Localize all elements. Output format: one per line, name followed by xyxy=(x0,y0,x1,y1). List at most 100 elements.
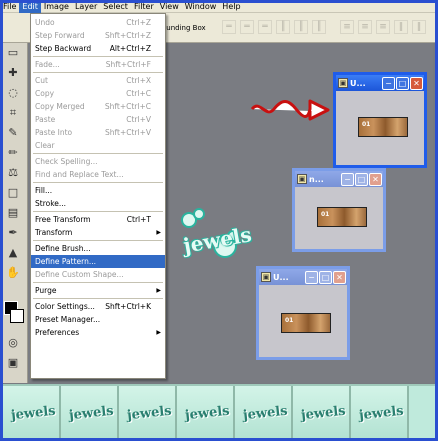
distribute-top-icon[interactable]: ≡ xyxy=(340,20,354,34)
minimize-icon[interactable]: − xyxy=(305,270,318,284)
menu-item-color-settings[interactable]: Color Settings... Shft+Ctrl+K xyxy=(31,300,165,313)
menu-item-transform[interactable]: Transform ▶ xyxy=(31,226,165,239)
edit-menu-dropdown: Undo Ctrl+Z Step Forward Shft+Ctrl+Z Step Ba… xyxy=(30,13,166,379)
image-window-1[interactable]: ▣ U... − □ ✕ 01 xyxy=(333,72,427,168)
move-tool-icon[interactable]: ✚ xyxy=(4,65,22,81)
tile-label: jewels xyxy=(68,403,115,424)
menu-item-label: Preferences xyxy=(35,328,80,337)
tile-label: jewels xyxy=(10,403,57,424)
pattern-tile: jewels xyxy=(351,386,409,440)
screen-mode-icon[interactable]: ▣ xyxy=(4,355,22,371)
menu-filter[interactable]: Filter xyxy=(131,0,157,13)
menu-item-preset-manager[interactable]: Preset Manager... xyxy=(31,313,165,326)
align-hcenter-icon[interactable]: ║ xyxy=(294,20,308,34)
distribute-right-icon[interactable]: ‖ xyxy=(412,20,426,34)
menu-view[interactable]: View xyxy=(157,0,182,13)
align-buttons: ═ ═ ═ ║ ║ ║ ≡ ≡ ≡ ‖ ‖ xyxy=(222,20,426,34)
heal-tool-icon[interactable]: ✎ xyxy=(4,125,22,141)
align-top-icon[interactable]: ═ xyxy=(222,20,236,34)
maximize-icon[interactable]: □ xyxy=(396,76,409,90)
menu-item-cut: Cut Ctrl+X xyxy=(31,74,165,87)
window-canvas[interactable]: 01 xyxy=(295,187,383,249)
menu-item-label: Check Spelling... xyxy=(35,157,98,166)
background-color-swatch[interactable] xyxy=(10,309,24,323)
window-canvas[interactable]: 01 xyxy=(336,91,424,165)
minimize-icon[interactable]: − xyxy=(341,172,354,186)
menu-separator xyxy=(33,153,163,154)
lasso-tool-icon[interactable]: ◌ xyxy=(4,85,22,101)
menu-item-label: Find and Replace Text... xyxy=(35,170,124,179)
menu-separator xyxy=(33,211,163,212)
menu-file[interactable]: File xyxy=(0,0,19,13)
pattern-tile: jewels xyxy=(235,386,293,440)
image-label: 01 xyxy=(362,121,371,128)
bounding-box-label[interactable]: ounding Box xyxy=(162,24,206,32)
menu-item-shortcut: Ctrl+V xyxy=(126,115,151,124)
marquee-tool-icon[interactable]: ▭ xyxy=(4,45,22,61)
distribute-left-icon[interactable]: ‖ xyxy=(394,20,408,34)
menu-item-label: Clear xyxy=(35,141,55,150)
maximize-icon[interactable]: □ xyxy=(319,270,332,284)
photoshop-doc-icon: ▣ xyxy=(297,174,307,184)
tools-panel: ▭ ✚ ◌ ⌗ ✎ ✏ ⚖ □ ▤ ✒ ▲ ✋ ◎ ▣ xyxy=(0,43,28,383)
close-icon[interactable]: ✕ xyxy=(410,76,423,90)
menu-image[interactable]: Image xyxy=(41,0,72,13)
distribute-center-icon[interactable]: ≡ xyxy=(358,20,372,34)
menu-item-label: Cut xyxy=(35,76,48,85)
crop-tool-icon[interactable]: ⌗ xyxy=(4,105,22,121)
image-window-3[interactable]: ▣ U... − □ ✕ 01 xyxy=(256,266,350,360)
menu-separator xyxy=(33,298,163,299)
menu-item-label: Transform xyxy=(35,228,73,237)
align-right-icon[interactable]: ║ xyxy=(312,20,326,34)
menu-item-fill[interactable]: Fill... xyxy=(31,184,165,197)
close-icon[interactable]: ✕ xyxy=(333,270,346,284)
window-titlebar[interactable]: ▣ U... − □ ✕ xyxy=(259,269,347,285)
menu-item-shortcut: Shft+Ctrl+F xyxy=(105,60,151,69)
distribute-bottom-icon[interactable]: ≡ xyxy=(376,20,390,34)
pen-tool-icon[interactable]: ✒ xyxy=(4,225,22,241)
menu-item-shortcut: Shft+Ctrl+C xyxy=(104,102,151,111)
stamp-tool-icon[interactable]: ⚖ xyxy=(4,165,22,181)
menu-item-undo: Undo Ctrl+Z xyxy=(31,16,165,29)
menu-item-purge[interactable]: Purge ▶ xyxy=(31,284,165,297)
hand-tool-icon[interactable]: ✋ xyxy=(4,265,22,281)
menu-item-label: Define Brush... xyxy=(35,244,91,253)
maximize-icon[interactable]: □ xyxy=(355,172,368,186)
path-select-tool-icon[interactable]: ▲ xyxy=(4,245,22,261)
menu-item-stroke[interactable]: Stroke... xyxy=(31,197,165,210)
menu-item-copy-merged: Copy Merged Shft+Ctrl+C xyxy=(31,100,165,113)
eraser-tool-icon[interactable]: □ xyxy=(4,185,22,201)
menu-select[interactable]: Select xyxy=(100,0,131,13)
menu-item-label: Define Pattern... xyxy=(35,257,96,266)
menu-item-step-backward[interactable]: Step Backward Alt+Ctrl+Z xyxy=(31,42,165,55)
menu-layer[interactable]: Layer xyxy=(72,0,100,13)
close-icon[interactable]: ✕ xyxy=(369,172,382,186)
quick-mask-icon[interactable]: ◎ xyxy=(4,335,22,351)
menu-separator xyxy=(33,240,163,241)
align-bottom-icon[interactable]: ═ xyxy=(258,20,272,34)
window-titlebar[interactable]: ▣ U... − □ ✕ xyxy=(336,75,424,91)
menu-separator xyxy=(33,72,163,73)
menu-item-define-brush[interactable]: Define Brush... xyxy=(31,242,165,255)
menu-window[interactable]: Window xyxy=(182,0,220,13)
window-canvas[interactable]: 01 xyxy=(259,285,347,357)
menu-item-free-transform[interactable]: Free Transform Ctrl+T xyxy=(31,213,165,226)
tile-label: jewels xyxy=(242,403,289,424)
align-vcenter-icon[interactable]: ═ xyxy=(240,20,254,34)
menu-item-define-pattern[interactable]: Define Pattern... xyxy=(31,255,165,268)
minimize-icon[interactable]: − xyxy=(382,76,395,90)
menu-edit[interactable]: Edit xyxy=(19,0,41,13)
gradient-tool-icon[interactable]: ▤ xyxy=(4,205,22,221)
image-window-2[interactable]: ▣ n... − □ ✕ 01 xyxy=(292,168,386,252)
window-titlebar[interactable]: ▣ n... − □ ✕ xyxy=(295,171,383,187)
menu-item-paste: Paste Ctrl+V xyxy=(31,113,165,126)
menu-item-label: Step Backward xyxy=(35,44,92,53)
menu-help[interactable]: Help xyxy=(219,0,243,13)
align-left-icon[interactable]: ║ xyxy=(276,20,290,34)
menu-item-preferences[interactable]: Preferences ▶ xyxy=(31,326,165,339)
tile-label: jewels xyxy=(184,403,231,424)
brush-tool-icon[interactable]: ✏ xyxy=(4,145,22,161)
menu-item-label: Purge xyxy=(35,286,57,295)
menu-item-label: Paste Into xyxy=(35,128,73,137)
menu-item-shortcut: Shft+Ctrl+Z xyxy=(104,31,151,40)
